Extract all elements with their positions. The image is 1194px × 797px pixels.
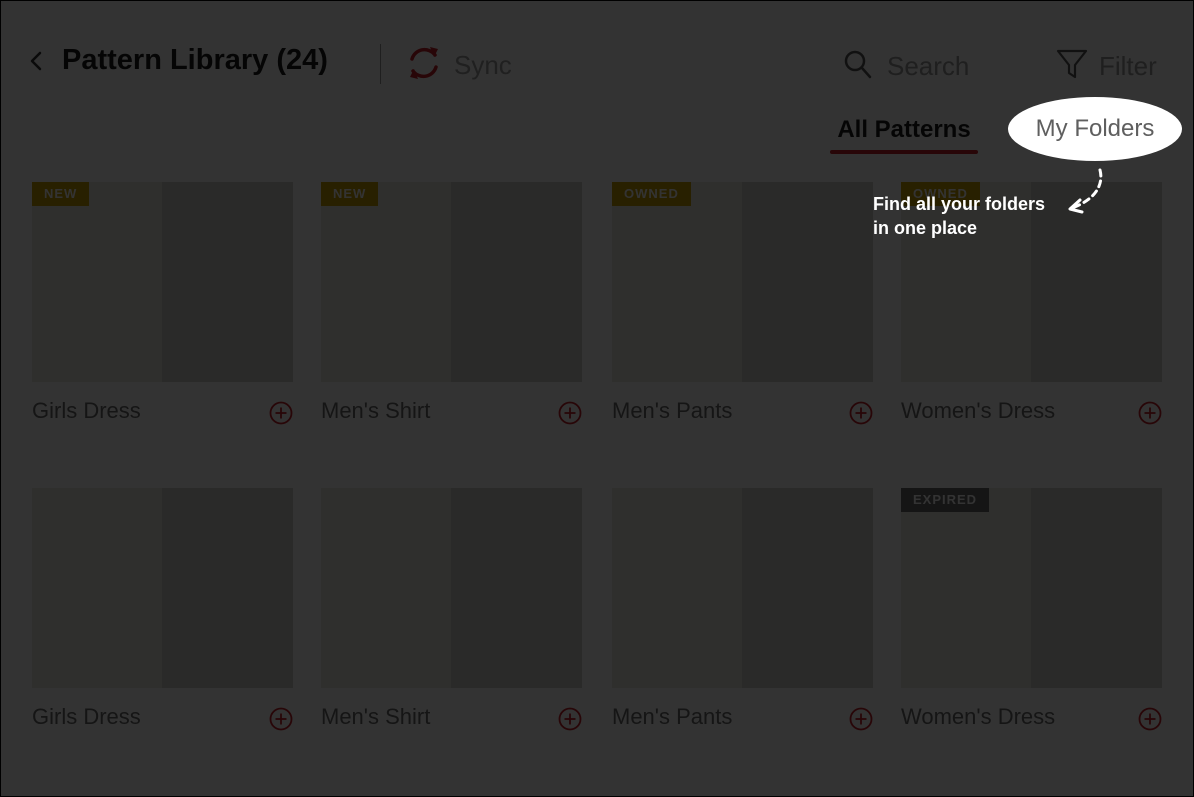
search-button[interactable]: Search [843,46,969,86]
pattern-sketch-image [32,182,162,382]
tab-my-folders[interactable]: My Folders [1008,97,1182,161]
add-circle-icon[interactable] [269,401,293,425]
pattern-card[interactable]: EXPIRED Women's Dress [901,488,1162,731]
coachmark-line-1: Find all your folders [873,194,1046,214]
pattern-sketch-image [32,488,162,688]
pattern-sketch-image [612,488,742,688]
pattern-thumbnail: NEW [321,182,582,382]
add-circle-icon[interactable] [558,401,582,425]
add-circle-icon[interactable] [1138,401,1162,425]
filter-icon [1055,47,1089,86]
sync-icon [406,41,442,90]
active-tab-underline [830,150,978,154]
pattern-name: Girls Dress [32,398,141,423]
pattern-name: Men's Shirt [321,704,431,729]
page-title: Pattern Library (24) [62,44,328,76]
pattern-thumbnail [32,488,293,688]
add-circle-icon[interactable] [849,401,873,425]
pattern-name: Girls Dress [32,704,141,729]
pattern-sketch-image [612,182,742,382]
pattern-thumbnail: OWNED [612,182,873,382]
status-badge: NEW [32,182,90,206]
back-chevron-icon[interactable] [26,48,48,74]
pattern-sketch-image [901,488,1031,688]
coachmark-tooltip: Find all your folders in one place [873,192,1045,240]
add-circle-icon[interactable] [558,707,582,731]
tab-all-patterns[interactable]: All Patterns [830,114,978,154]
status-badge: NEW [321,182,379,206]
pattern-name: Men's Pants [612,398,733,423]
search-label: Search [887,50,970,81]
pattern-model-photo [162,488,293,688]
pattern-name: Men's Shirt [321,398,431,423]
pattern-thumbnail: EXPIRED [901,488,1162,688]
pattern-card[interactable]: Girls Dress [32,488,293,731]
pattern-thumbnail [612,488,873,688]
coachmark-line-2: in one place [873,218,978,238]
tab-my-folders-label: My Folders [1035,115,1155,142]
sync-label: Sync [454,49,512,80]
pattern-model-photo [1031,488,1162,688]
pattern-card[interactable]: Men's Shirt [321,488,582,731]
pattern-model-photo [451,488,582,688]
pattern-name: Men's Pants [612,704,733,729]
pattern-sketch-image [321,182,451,382]
filter-button[interactable]: Filter [1055,46,1157,86]
filter-label: Filter [1099,50,1157,81]
pattern-card[interactable]: NEW Men's Shirt [321,182,582,425]
pattern-model-photo [742,182,873,382]
pattern-thumbnail [321,488,582,688]
header-divider [380,44,381,84]
pattern-name: Women's Dress [901,398,1056,423]
dashed-arrow-icon [1064,166,1108,218]
pattern-card[interactable]: OWNED Men's Pants [612,182,873,425]
pattern-model-photo [451,182,582,382]
pattern-model-photo [162,182,293,382]
sync-button[interactable]: Sync [406,40,512,90]
pattern-card[interactable]: Men's Pants [612,488,873,731]
add-circle-icon[interactable] [1138,707,1162,731]
status-badge: EXPIRED [901,488,990,512]
pattern-card[interactable]: NEW Girls Dress [32,182,293,425]
add-circle-icon[interactable] [849,707,873,731]
pattern-sketch-image [321,488,451,688]
add-circle-icon[interactable] [269,707,293,731]
pattern-model-photo [742,488,873,688]
pattern-thumbnail: NEW [32,182,293,382]
status-badge: OWNED [612,182,691,206]
pattern-name: Women's Dress [901,704,1056,729]
search-icon [843,48,873,85]
tab-all-patterns-label: All Patterns [837,116,971,143]
